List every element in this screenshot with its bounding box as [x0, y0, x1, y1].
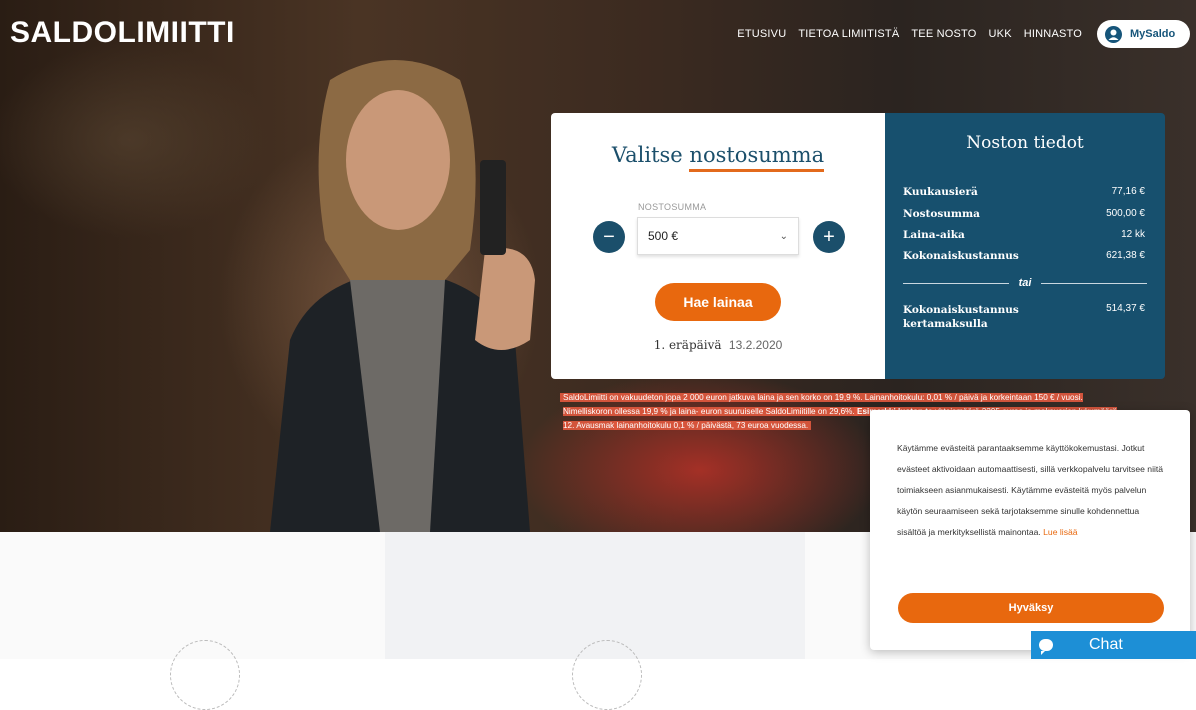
calculator-title: Valitse nostosumma [551, 143, 885, 172]
mysaldo-button[interactable]: MySaldo [1097, 20, 1190, 48]
amount-label: NOSTOSUMMA [638, 202, 707, 212]
decrease-amount-button[interactable]: − [593, 221, 625, 253]
disclaimer-text-2: euron suuruiselle SaldoLimiitille on 29,… [700, 407, 855, 416]
feature-circle [170, 640, 240, 710]
loan-calculator: Valitse nostosumma NOSTOSUMMA − 500 € ⌄ … [551, 113, 885, 379]
chevron-down-icon: ⌄ [779, 230, 788, 242]
main-nav: ETUSIVU TIETOA LIMIITISTÄ TEE NOSTO UKK … [737, 28, 1082, 40]
feature-circle [572, 640, 642, 710]
due-date-label: 1. eräpäivä [653, 338, 722, 352]
logo-bold-text: SALDO [10, 16, 118, 49]
brand-logo[interactable]: SALDOLIMIITTI [10, 16, 235, 50]
detail-value: 621,38 € [1106, 250, 1145, 261]
cookie-accept-button[interactable]: Hyväksy [898, 593, 1164, 623]
detail-row: Kokonaiskustannus 621,38 € [903, 250, 1145, 262]
withdrawal-details: Noston tiedot Kuukausierä 77,16 € Nostos… [885, 113, 1165, 379]
apply-loan-button[interactable]: Hae lainaa [655, 283, 781, 321]
one-time-payment-value: 514,37 € [1106, 303, 1145, 314]
detail-row: Kuukausierä 77,16 € [903, 186, 1145, 198]
one-time-payment-label: Kokonaiskustannus kertamaksulla [903, 304, 1019, 330]
disclaimer-text-4: lainanhoitokulu 0,1 % / päivästä, 73 eur… [616, 421, 809, 430]
cookie-text: Käytämme evästeitä parantaaksemme käyttö… [897, 438, 1167, 543]
nav-ukk[interactable]: UKK [989, 28, 1012, 40]
or-divider: tai [903, 277, 1147, 289]
detail-value: 12 kk [1121, 229, 1145, 240]
details-title: Noston tiedot [966, 133, 1084, 153]
one-time-payment-row: Kokonaiskustannus kertamaksulla 514,37 € [903, 303, 1145, 331]
detail-value: 500,00 € [1106, 208, 1145, 219]
detail-label: Laina-aika [903, 229, 965, 241]
chat-bubble-icon [1039, 639, 1053, 655]
increase-amount-button[interactable]: + [813, 221, 845, 253]
amount-value: 500 € [648, 229, 679, 243]
or-label: tai [1018, 277, 1032, 289]
detail-label: Kokonaiskustannus [903, 250, 1019, 262]
logo-thin-text: LIMIITTI [117, 16, 235, 49]
chat-label: Chat [1089, 636, 1123, 653]
first-due-date: 1. eräpäivä 13.2.2020 [551, 338, 885, 352]
detail-label: Kuukausierä [903, 186, 978, 198]
cookie-read-more-link[interactable]: Lue lisää [1043, 527, 1077, 537]
nav-tee-nosto[interactable]: TEE NOSTO [911, 28, 976, 40]
cookie-banner: Käytämme evästeitä parantaaksemme käyttö… [870, 410, 1190, 650]
detail-label: Nostosumma [903, 208, 980, 220]
amount-select[interactable]: 500 € ⌄ [637, 217, 799, 255]
detail-row: Laina-aika 12 kk [903, 229, 1145, 241]
hero-person-image [270, 60, 535, 532]
nav-hinnasto[interactable]: HINNASTO [1024, 28, 1082, 40]
detail-value: 77,16 € [1111, 186, 1145, 197]
calculator-title-plain: Valitse [611, 143, 683, 167]
detail-row: Nostosumma 500,00 € [903, 208, 1145, 220]
cookie-message: Käytämme evästeitä parantaaksemme käyttö… [897, 443, 1164, 537]
due-date-value: 13.2.2020 [728, 338, 783, 352]
calculator-title-underlined: nostosumma [689, 143, 825, 172]
chat-widget-button[interactable]: Chat [1031, 631, 1196, 659]
user-icon [1105, 25, 1122, 43]
nav-tietoa-limiitista[interactable]: TIETOA LIMIITISTÄ [798, 28, 899, 40]
mysaldo-label: MySaldo [1130, 28, 1176, 40]
content-panel [385, 532, 805, 659]
nav-etusivu[interactable]: ETUSIVU [737, 28, 786, 40]
